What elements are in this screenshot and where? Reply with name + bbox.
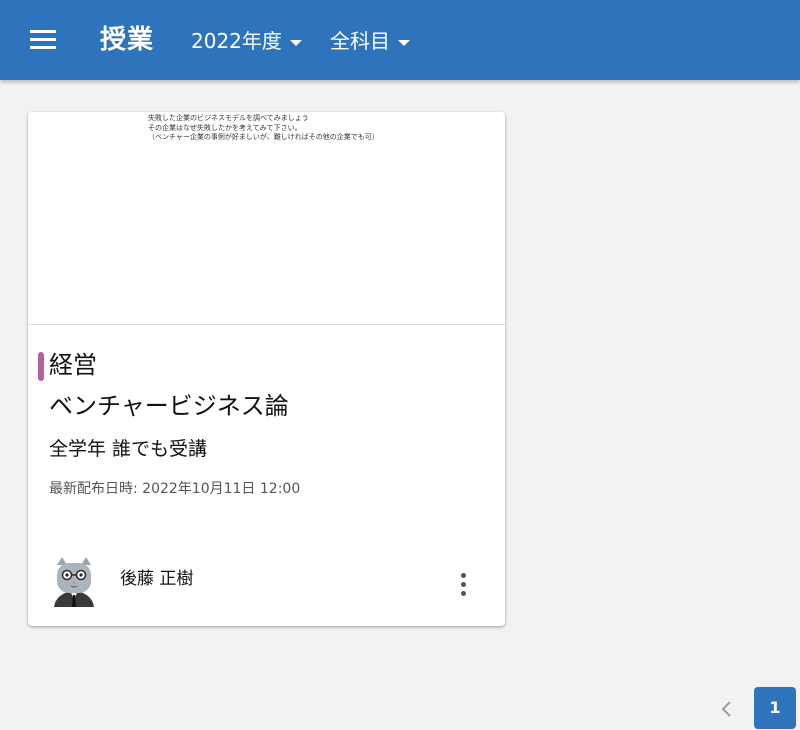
course-audience: 全学年 誰でも受講 <box>49 438 208 460</box>
year-filter-dropdown[interactable]: 2022年度 <box>191 26 302 56</box>
menu-icon[interactable] <box>30 30 56 50</box>
course-category: 経営 <box>49 351 97 379</box>
preview-line: その企業はなぜ失敗したかを考えてみて下さい。 <box>148 124 302 132</box>
preview-line: 失敗した企業のビジネスモデルを調べてみましょう <box>148 114 309 122</box>
assignment-preview[interactable]: 失敗した企業のビジネスモデルを調べてみましょう その企業はなぜ失敗したかを考えて… <box>28 112 505 325</box>
caret-down-icon <box>289 39 302 46</box>
course-card[interactable]: 失敗した企業のビジネスモデルを調べてみましょう その企業はなぜ失敗したかを考えて… <box>28 112 505 626</box>
app-bar: 授業 2022年度 全科目 <box>0 0 800 80</box>
page-title: 授業 <box>100 25 155 55</box>
category-color-bar <box>38 352 44 381</box>
course-title[interactable]: ベンチャービジネス論 <box>49 389 289 423</box>
subject-filter-dropdown[interactable]: 全科目 <box>330 26 410 56</box>
more-vert-icon[interactable] <box>453 570 473 600</box>
cat-avatar-icon <box>54 557 94 607</box>
chevron-left-icon[interactable] <box>714 696 740 722</box>
last-distributed-datetime: 最新配布日時: 2022年10月11日 12:00 <box>49 481 301 497</box>
pagination-page-1[interactable]: 1 <box>754 687 796 729</box>
year-filter-label: 2022年度 <box>191 29 282 53</box>
subject-filter-label: 全科目 <box>330 29 390 53</box>
teacher-name: 後藤 正樹 <box>120 569 194 589</box>
preview-line: （ベンチャー企業の事例が好ましいが、難しければその他の企業でも可） <box>148 133 379 141</box>
caret-down-icon <box>398 39 410 46</box>
